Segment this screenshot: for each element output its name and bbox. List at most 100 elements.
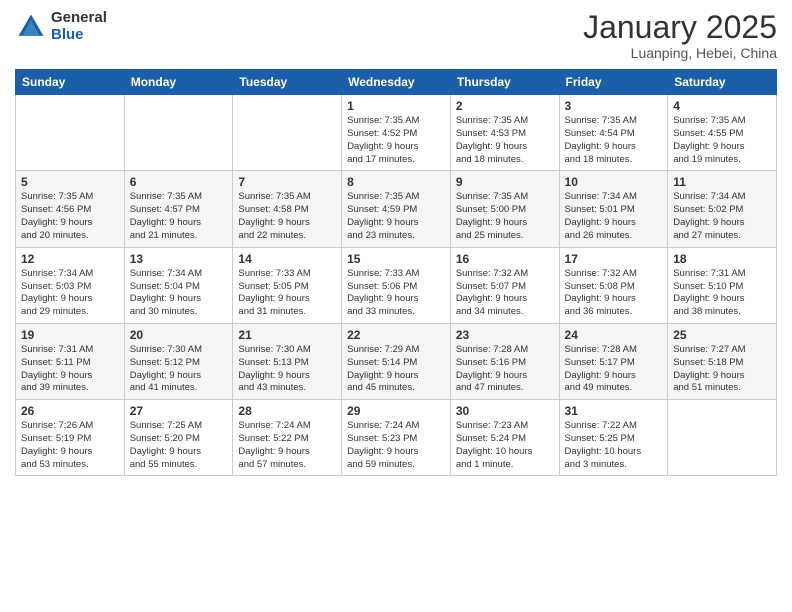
day-info: Sunrise: 7:35 AM Sunset: 4:59 PM Dayligh… <box>347 191 445 242</box>
day-cell-4-3: 21 Sunrise: 7:30 AM Sunset: 5:13 PM Dayli… <box>233 323 342 399</box>
day-info: Sunrise: 7:35 AM Sunset: 4:55 PM Dayligh… <box>673 115 771 166</box>
day-number: 15 <box>347 252 445 266</box>
day-info: Sunrise: 7:32 AM Sunset: 5:07 PM Dayligh… <box>456 268 554 319</box>
logo-text: General Blue <box>51 10 107 43</box>
day-cell-1-1 <box>16 95 125 171</box>
day-number: 30 <box>456 404 554 418</box>
day-info: Sunrise: 7:34 AM Sunset: 5:02 PM Dayligh… <box>673 191 771 242</box>
day-cell-5-4: 29 Sunrise: 7:24 AM Sunset: 5:23 PM Dayli… <box>342 400 451 476</box>
day-number: 6 <box>130 175 228 189</box>
day-cell-5-1: 26Sunrise: 7:26 AM Sunset: 5:19 PM Dayli… <box>16 400 125 476</box>
day-number: 29 <box>347 404 445 418</box>
day-cell-4-4: 22 Sunrise: 7:29 AM Sunset: 5:14 PM Dayli… <box>342 323 451 399</box>
day-cell-4-7: 25 Sunrise: 7:27 AM Sunset: 5:18 PM Dayli… <box>668 323 777 399</box>
day-cell-3-4: 15 Sunrise: 7:33 AM Sunset: 5:06 PM Dayli… <box>342 247 451 323</box>
day-cell-3-2: 13Sunrise: 7:34 AM Sunset: 5:04 PM Dayli… <box>124 247 233 323</box>
col-saturday: Saturday <box>668 70 777 95</box>
calendar-subtitle: Luanping, Hebei, China <box>583 45 777 61</box>
day-number: 12 <box>21 252 119 266</box>
day-number: 16 <box>456 252 554 266</box>
day-cell-4-6: 24 Sunrise: 7:28 AM Sunset: 5:17 PM Dayli… <box>559 323 668 399</box>
page: General Blue January 2025 Luanping, Hebe… <box>0 0 792 612</box>
logo-general-text: General <box>51 10 107 27</box>
day-info: Sunrise: 7:35 AM Sunset: 4:57 PM Dayligh… <box>130 191 228 242</box>
day-number: 17 <box>565 252 663 266</box>
day-cell-1-2 <box>124 95 233 171</box>
col-wednesday: Wednesday <box>342 70 451 95</box>
day-number: 23 <box>456 328 554 342</box>
day-info: Sunrise: 7:29 AM Sunset: 5:14 PM Dayligh… <box>347 344 445 395</box>
day-number: 18 <box>673 252 771 266</box>
col-monday: Monday <box>124 70 233 95</box>
day-info: Sunrise: 7:34 AM Sunset: 5:03 PM Dayligh… <box>21 268 119 319</box>
day-number: 21 <box>238 328 336 342</box>
day-info: Sunrise: 7:24 AM Sunset: 5:22 PM Dayligh… <box>238 420 336 471</box>
day-number: 20 <box>130 328 228 342</box>
col-thursday: Thursday <box>450 70 559 95</box>
day-cell-3-3: 14 Sunrise: 7:33 AM Sunset: 5:05 PM Dayli… <box>233 247 342 323</box>
day-cell-1-7: 4 Sunrise: 7:35 AM Sunset: 4:55 PM Daylig… <box>668 95 777 171</box>
day-cell-5-3: 28 Sunrise: 7:24 AM Sunset: 5:22 PM Dayli… <box>233 400 342 476</box>
day-info: Sunrise: 7:27 AM Sunset: 5:18 PM Dayligh… <box>673 344 771 395</box>
day-info: Sunrise: 7:35 AM Sunset: 4:52 PM Dayligh… <box>347 115 445 166</box>
day-number: 7 <box>238 175 336 189</box>
day-number: 22 <box>347 328 445 342</box>
day-cell-3-1: 12 Sunrise: 7:34 AM Sunset: 5:03 PM Dayli… <box>16 247 125 323</box>
day-cell-3-5: 16 Sunrise: 7:32 AM Sunset: 5:07 PM Dayli… <box>450 247 559 323</box>
day-cell-2-3: 7 Sunrise: 7:35 AM Sunset: 4:58 PM Daylig… <box>233 171 342 247</box>
week-row-4: 19 Sunrise: 7:31 AM Sunset: 5:11 PM Dayli… <box>16 323 777 399</box>
day-number: 13 <box>130 252 228 266</box>
day-info: Sunrise: 7:30 AM Sunset: 5:13 PM Dayligh… <box>238 344 336 395</box>
col-sunday: Sunday <box>16 70 125 95</box>
day-number: 24 <box>565 328 663 342</box>
day-info: Sunrise: 7:33 AM Sunset: 5:05 PM Dayligh… <box>238 268 336 319</box>
day-cell-2-4: 8 Sunrise: 7:35 AM Sunset: 4:59 PM Daylig… <box>342 171 451 247</box>
day-number: 31 <box>565 404 663 418</box>
day-number: 1 <box>347 99 445 113</box>
title-block: January 2025 Luanping, Hebei, China <box>583 10 777 61</box>
day-info: Sunrise: 7:35 AM Sunset: 4:54 PM Dayligh… <box>565 115 663 166</box>
logo-icon <box>15 11 47 43</box>
day-number: 5 <box>21 175 119 189</box>
week-row-3: 12 Sunrise: 7:34 AM Sunset: 5:03 PM Dayli… <box>16 247 777 323</box>
header: General Blue January 2025 Luanping, Hebe… <box>15 10 777 61</box>
day-number: 19 <box>21 328 119 342</box>
day-number: 8 <box>347 175 445 189</box>
day-info: Sunrise: 7:35 AM Sunset: 5:00 PM Dayligh… <box>456 191 554 242</box>
day-cell-2-2: 6 Sunrise: 7:35 AM Sunset: 4:57 PM Daylig… <box>124 171 233 247</box>
day-cell-4-5: 23Sunrise: 7:28 AM Sunset: 5:16 PM Dayli… <box>450 323 559 399</box>
day-info: Sunrise: 7:28 AM Sunset: 5:17 PM Dayligh… <box>565 344 663 395</box>
day-info: Sunrise: 7:24 AM Sunset: 5:23 PM Dayligh… <box>347 420 445 471</box>
day-cell-1-3 <box>233 95 342 171</box>
day-info: Sunrise: 7:35 AM Sunset: 4:53 PM Dayligh… <box>456 115 554 166</box>
day-cell-2-1: 5Sunrise: 7:35 AM Sunset: 4:56 PM Daylig… <box>16 171 125 247</box>
day-info: Sunrise: 7:25 AM Sunset: 5:20 PM Dayligh… <box>130 420 228 471</box>
calendar-title: January 2025 <box>583 10 777 45</box>
logo-blue-text: Blue <box>51 27 107 44</box>
day-cell-1-4: 1 Sunrise: 7:35 AM Sunset: 4:52 PM Daylig… <box>342 95 451 171</box>
calendar-table: Sunday Monday Tuesday Wednesday Thursday… <box>15 69 777 476</box>
day-number: 27 <box>130 404 228 418</box>
day-cell-3-7: 18Sunrise: 7:31 AM Sunset: 5:10 PM Dayli… <box>668 247 777 323</box>
week-row-2: 5Sunrise: 7:35 AM Sunset: 4:56 PM Daylig… <box>16 171 777 247</box>
day-number: 4 <box>673 99 771 113</box>
day-cell-4-1: 19 Sunrise: 7:31 AM Sunset: 5:11 PM Dayli… <box>16 323 125 399</box>
day-number: 26 <box>21 404 119 418</box>
day-cell-3-6: 17 Sunrise: 7:32 AM Sunset: 5:08 PM Dayli… <box>559 247 668 323</box>
day-number: 3 <box>565 99 663 113</box>
day-number: 25 <box>673 328 771 342</box>
day-info: Sunrise: 7:33 AM Sunset: 5:06 PM Dayligh… <box>347 268 445 319</box>
day-cell-2-5: 9 Sunrise: 7:35 AM Sunset: 5:00 PM Daylig… <box>450 171 559 247</box>
day-info: Sunrise: 7:32 AM Sunset: 5:08 PM Dayligh… <box>565 268 663 319</box>
day-info: Sunrise: 7:35 AM Sunset: 4:58 PM Dayligh… <box>238 191 336 242</box>
calendar-header-row: Sunday Monday Tuesday Wednesday Thursday… <box>16 70 777 95</box>
day-number: 9 <box>456 175 554 189</box>
week-row-1: 1 Sunrise: 7:35 AM Sunset: 4:52 PM Daylig… <box>16 95 777 171</box>
day-info: Sunrise: 7:31 AM Sunset: 5:11 PM Dayligh… <box>21 344 119 395</box>
day-cell-2-6: 10Sunrise: 7:34 AM Sunset: 5:01 PM Dayli… <box>559 171 668 247</box>
day-number: 28 <box>238 404 336 418</box>
day-info: Sunrise: 7:30 AM Sunset: 5:12 PM Dayligh… <box>130 344 228 395</box>
day-number: 14 <box>238 252 336 266</box>
day-cell-2-7: 11Sunrise: 7:34 AM Sunset: 5:02 PM Dayli… <box>668 171 777 247</box>
day-cell-1-6: 3 Sunrise: 7:35 AM Sunset: 4:54 PM Daylig… <box>559 95 668 171</box>
